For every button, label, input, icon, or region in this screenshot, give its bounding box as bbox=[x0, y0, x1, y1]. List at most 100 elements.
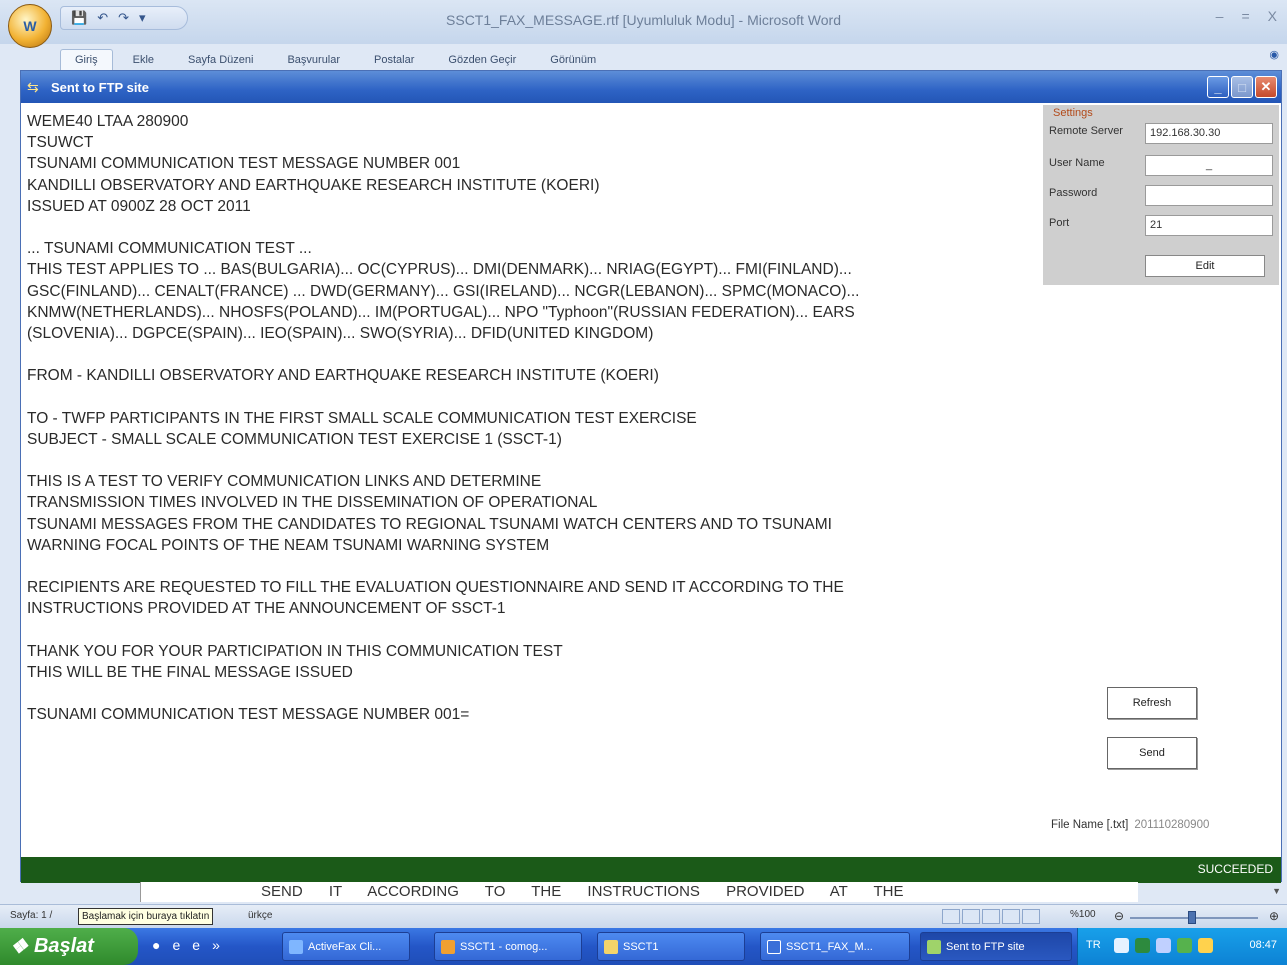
minimize-icon[interactable]: – bbox=[1216, 8, 1224, 24]
user-name-label: User Name bbox=[1049, 157, 1105, 169]
dialog-close-button[interactable]: ✕ bbox=[1255, 76, 1277, 98]
message-line bbox=[27, 683, 1037, 704]
message-line: KNMW(NETHERLANDS)... NHOSFS(POLAND)... I… bbox=[27, 303, 855, 321]
windows-logo-icon: ❖ bbox=[10, 936, 28, 958]
ribbon-tab[interactable]: Giriş bbox=[60, 49, 113, 70]
task-ssct1-comog[interactable]: SSCT1 - comog... bbox=[434, 932, 582, 961]
message-line: ... TSUNAMI COMMUNICATION TEST ... bbox=[27, 240, 312, 258]
dialog-controls: _ □ ✕ bbox=[1207, 76, 1277, 98]
task-ssct1-folder[interactable]: SSCT1 bbox=[597, 932, 745, 961]
task-label: SSCT1 bbox=[623, 940, 659, 953]
word-title-bar: W 💾 ↶ ↷ ▾ SSCT1_FAX_MESSAGE.rtf [Uyumlul… bbox=[0, 0, 1287, 48]
task-sent-to-ftp[interactable]: Sent to FTP site bbox=[920, 932, 1072, 961]
outline-icon[interactable] bbox=[1002, 909, 1020, 924]
message-line bbox=[27, 620, 1037, 641]
task-activefax[interactable]: ActiveFax Cli... bbox=[282, 932, 410, 961]
volume-tray-icon[interactable] bbox=[1156, 938, 1171, 953]
security-tray-icon[interactable] bbox=[1198, 938, 1213, 953]
dialog-maximize-button[interactable]: □ bbox=[1231, 76, 1253, 98]
scroll-arrow-icon[interactable]: ▼ bbox=[1272, 886, 1281, 896]
word-icon bbox=[767, 939, 781, 954]
firefox-icon[interactable]: ● bbox=[152, 937, 160, 953]
remote-server-input[interactable]: 192.168.30.30 bbox=[1145, 123, 1273, 144]
draft-icon[interactable] bbox=[1022, 909, 1040, 924]
message-line bbox=[27, 450, 1037, 471]
close-icon[interactable]: X bbox=[1268, 8, 1277, 24]
language-indicator[interactable]: ürkçe bbox=[248, 910, 272, 921]
office-button[interactable]: W bbox=[8, 4, 52, 48]
message-line: TO - TWFP PARTICIPANTS IN THE FIRST SMAL… bbox=[27, 409, 697, 427]
dialog-title-bar: ⇆ Sent to FTP site _ □ ✕ bbox=[21, 71, 1281, 103]
send-button[interactable]: Send bbox=[1107, 737, 1197, 769]
taskbar: ❖ Başlat ● e e » ActiveFax Cli... SSCT1 … bbox=[0, 928, 1287, 965]
port-input[interactable]: 21 bbox=[1145, 215, 1273, 236]
message-line: TSUNAMI COMMUNICATION TEST MESSAGE NUMBE… bbox=[27, 155, 461, 173]
help-icon[interactable]: ◉ bbox=[1269, 48, 1279, 61]
start-button[interactable]: ❖ Başlat bbox=[0, 928, 138, 965]
help-tray-icon[interactable] bbox=[1114, 938, 1129, 953]
activefax-icon bbox=[289, 939, 303, 954]
status-strip: SUCCEEDED bbox=[21, 857, 1281, 883]
full-screen-reading-icon[interactable] bbox=[962, 909, 980, 924]
clock: 08:47 bbox=[1249, 939, 1277, 951]
view-buttons bbox=[942, 909, 1040, 924]
dialog-title: Sent to FTP site bbox=[51, 79, 149, 95]
file-name-value: 201110280900 bbox=[1134, 819, 1210, 831]
zoom-out-icon[interactable]: ⊖ bbox=[1114, 909, 1124, 923]
message-line bbox=[27, 217, 1037, 238]
message-line: TSUNAMI COMMUNICATION TEST MESSAGE NUMBE… bbox=[27, 706, 470, 724]
zoom-slider-handle[interactable] bbox=[1188, 911, 1196, 924]
web-layout-icon[interactable] bbox=[982, 909, 1000, 924]
message-line: RECIPIENTS ARE REQUESTED TO FILL THE EVA… bbox=[27, 579, 844, 597]
ribbon-tab[interactable]: Ekle bbox=[119, 50, 168, 70]
password-row: Password bbox=[1049, 185, 1275, 207]
print-layout-icon[interactable] bbox=[942, 909, 960, 924]
ie-alt-icon[interactable]: e bbox=[192, 937, 200, 953]
restore-icon[interactable]: = bbox=[1241, 8, 1249, 24]
edit-button[interactable]: Edit bbox=[1145, 255, 1265, 277]
ie-icon[interactable]: e bbox=[172, 937, 180, 953]
message-line bbox=[27, 556, 1037, 577]
ribbon-tabs: Giriş Ekle Sayfa Düzeni Başvurular Postalar G… bbox=[60, 44, 610, 70]
password-label: Password bbox=[1049, 187, 1098, 199]
network-tray-icon[interactable] bbox=[1135, 938, 1150, 953]
message-line: ISSUED AT 0900Z 28 OCT 2011 bbox=[27, 197, 251, 215]
quick-launch: ● e e » bbox=[152, 937, 220, 953]
port-label: Port bbox=[1049, 217, 1070, 229]
message-line: THIS IS A TEST TO VERIFY COMMUNICATION L… bbox=[27, 473, 542, 491]
ribbon-tab[interactable]: Postalar bbox=[360, 50, 428, 70]
ftp-icon bbox=[927, 939, 941, 954]
document-text-line: SEND IT ACCORDING TO THE INSTRUCTIONS PR… bbox=[140, 882, 1138, 902]
dialog-minimize-button[interactable]: _ bbox=[1207, 76, 1229, 98]
language-indicator-tray[interactable]: TR bbox=[1086, 939, 1101, 951]
start-label: Başlat bbox=[33, 935, 94, 957]
refresh-button[interactable]: Refresh bbox=[1107, 687, 1197, 719]
ftp-dialog: ⇆ Sent to FTP site _ □ ✕ WEME40 LTAA 280… bbox=[20, 70, 1282, 883]
message-line: TRANSMISSION TIMES INVOLVED IN THE DISSE… bbox=[27, 494, 598, 512]
office-logo: W bbox=[23, 18, 37, 34]
settings-group: Settings Remote Server 192.168.30.30 Use… bbox=[1043, 105, 1279, 285]
ribbon-tab[interactable]: Sayfa Düzeni bbox=[174, 50, 267, 70]
message-line: GSC(FINLAND)... CENALT(FRANCE) ... DWD(G… bbox=[27, 282, 860, 300]
task-word-document[interactable]: SSCT1_FAX_M... bbox=[760, 932, 910, 961]
message-line: WARNING FOCAL POINTS OF THE NEAM TSUNAMI… bbox=[27, 536, 550, 554]
zoom-level[interactable]: %100 bbox=[1070, 909, 1096, 920]
task-label: Sent to FTP site bbox=[946, 940, 1025, 953]
user-name-row: User Name _ bbox=[1049, 155, 1275, 177]
message-textbox[interactable]: WEME40 LTAA 280900 TSUWCT TSUNAMI COMMUNIC… bbox=[27, 111, 1037, 851]
settings-legend: Settings bbox=[1053, 107, 1093, 119]
zoom-in-icon[interactable]: ⊕ bbox=[1269, 909, 1279, 923]
system-tray: TR 08:47 bbox=[1077, 928, 1287, 965]
user-name-input[interactable]: _ bbox=[1145, 155, 1273, 176]
antivirus-tray-icon[interactable] bbox=[1177, 938, 1192, 953]
page-indicator[interactable]: Sayfa: 1 / bbox=[10, 910, 52, 921]
remote-server-row: Remote Server 192.168.30.30 bbox=[1049, 123, 1275, 145]
task-label: SSCT1_FAX_M... bbox=[786, 940, 873, 953]
password-input[interactable] bbox=[1145, 185, 1273, 206]
more-quicklaunch-icon[interactable]: » bbox=[212, 937, 220, 953]
message-line: THIS WILL BE THE FINAL MESSAGE ISSUED bbox=[27, 663, 353, 681]
window-title: SSCT1_FAX_MESSAGE.rtf [Uyumluluk Modu] -… bbox=[446, 12, 841, 28]
ribbon-tab[interactable]: Başvurular bbox=[273, 50, 354, 70]
ribbon-tab[interactable]: Görünüm bbox=[536, 50, 610, 70]
ribbon-tab[interactable]: Gözden Geçir bbox=[434, 50, 530, 70]
